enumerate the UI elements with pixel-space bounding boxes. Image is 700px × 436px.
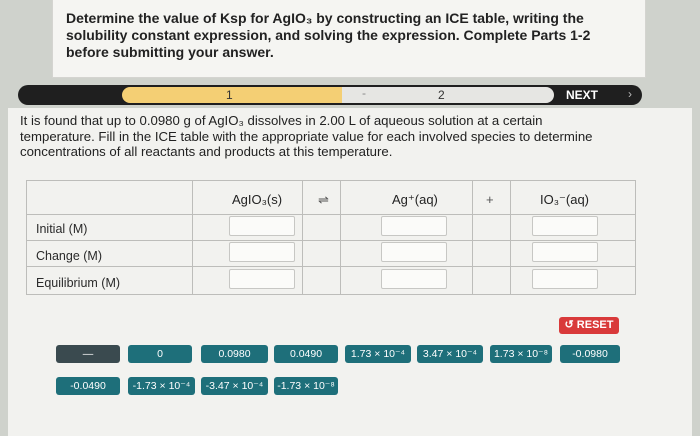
change-agio3-input[interactable] (229, 242, 295, 262)
header-agio3: AgIO₃(s) (232, 192, 283, 207)
answer-tile[interactable]: 1.73 × 10⁻⁸ (490, 345, 552, 363)
answer-tile[interactable]: — (56, 345, 120, 363)
answer-tile[interactable]: 0 (128, 345, 192, 363)
header-io3-ion: IO₃⁻(aq) (540, 192, 589, 207)
initial-agio3-input[interactable] (229, 216, 295, 236)
next-button[interactable]: NEXT (566, 88, 598, 102)
row-label-initial: Initial (M) (36, 222, 88, 236)
answer-tile[interactable]: 0.0490 (274, 345, 338, 363)
table-divider (192, 180, 193, 295)
change-ag-input[interactable] (381, 242, 447, 262)
table-divider (26, 180, 27, 295)
table-border-top (26, 180, 636, 181)
answer-tile[interactable]: -0.0980 (560, 345, 620, 363)
plus-sign: + (486, 192, 494, 207)
table-divider (26, 214, 636, 215)
table-divider (302, 180, 303, 295)
ice-table: AgIO₃(s) ⇌ Ag⁺(aq) + IO₃⁻(aq) Initial (M… (26, 180, 636, 295)
answer-tile[interactable]: 0.0980 (201, 345, 268, 363)
table-divider (26, 240, 636, 241)
initial-io3-input[interactable] (532, 216, 598, 236)
answer-tile[interactable]: -1.73 × 10⁻⁸ (274, 377, 338, 395)
table-divider (26, 266, 636, 267)
answer-tile[interactable]: 1.73 × 10⁻⁴ (345, 345, 411, 363)
reset-button[interactable]: ↺ RESET (559, 317, 619, 334)
change-io3-input[interactable] (532, 242, 598, 262)
table-border-bottom (26, 294, 636, 295)
table-divider (340, 180, 341, 295)
table-border-right (635, 180, 636, 295)
chevron-right-icon[interactable]: › (628, 87, 632, 101)
answer-tile[interactable]: -0.0490 (56, 377, 120, 395)
initial-ag-input[interactable] (381, 216, 447, 236)
equilibrium-io3-input[interactable] (532, 269, 598, 289)
answer-tile[interactable]: -1.73 × 10⁻⁴ (128, 377, 195, 395)
equilibrium-arrow-icon: ⇌ (318, 192, 329, 207)
row-label-equilibrium: Equilibrium (M) (36, 276, 121, 290)
header-ag-ion: Ag⁺(aq) (392, 192, 438, 207)
question-text: Determine the value of Ksp for AgIO₃ by … (66, 10, 591, 60)
answer-tile[interactable]: 3.47 × 10⁻⁴ (417, 345, 483, 363)
prompt-text: It is found that up to 0.0980 g of AgIO₃… (20, 113, 593, 160)
step-2-segment[interactable] (342, 87, 554, 103)
step-progress-bar: 1 - 2 NEXT › (18, 85, 642, 105)
table-divider (472, 180, 473, 295)
step-2-number: 2 (438, 88, 445, 102)
equilibrium-ag-input[interactable] (381, 269, 447, 289)
table-divider (510, 180, 511, 295)
step-separator: - (362, 86, 366, 100)
answer-tile[interactable]: -3.47 × 10⁻⁴ (201, 377, 268, 395)
row-label-change: Change (M) (36, 249, 102, 263)
equilibrium-agio3-input[interactable] (229, 269, 295, 289)
step-1-number: 1 (226, 88, 233, 102)
